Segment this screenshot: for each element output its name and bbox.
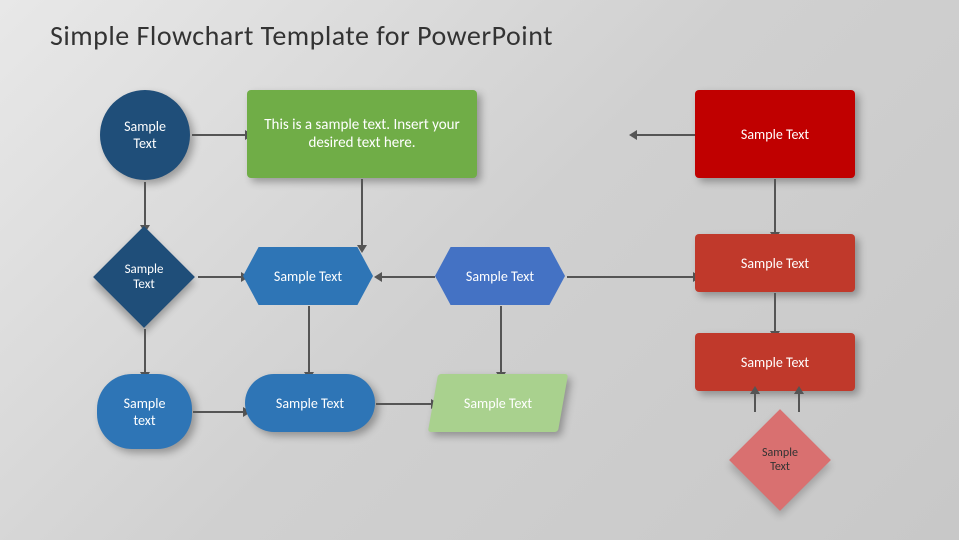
page-title: Simple Flowchart Template for PowerPoint — [50, 18, 553, 53]
arrow-hexleft-to-roundedrect — [308, 306, 310, 374]
arrow-roundedrect-to-para — [376, 403, 433, 405]
red-bottom-shape: Sample Text — [695, 333, 855, 391]
arrow-circle-to-diamond — [144, 182, 146, 227]
diamond1-wrap: Sample Text — [94, 227, 194, 327]
arrow-red-to-green — [635, 134, 695, 136]
arrow-diamond-to-oval — [144, 329, 146, 374]
arrow-diamond-to-hexleft — [198, 276, 243, 278]
hexagon-right-shape: Sample Text — [435, 247, 565, 305]
arrow-hexright-to-hexleft — [380, 276, 435, 278]
red-top-shape: Sample Text — [695, 90, 855, 178]
arrow-circle-to-green — [192, 134, 247, 136]
arrow-hexright-to-redmid — [567, 276, 695, 278]
green-rect-shape: This is a sample text. Insert your desir… — [247, 90, 477, 178]
pink-diamond-wrap: Sample Text — [730, 410, 830, 510]
circle-shape: Sample Text — [100, 90, 190, 180]
oval-shape: Sample text — [97, 374, 192, 449]
arrow-pink-to-redbottom-right — [798, 392, 800, 412]
rounded-rect-shape: Sample Text — [245, 374, 375, 432]
arrow-redmid-to-redbottom — [774, 293, 776, 333]
red-mid-shape: Sample Text — [695, 234, 855, 292]
arrow-pink-to-redbottom-left — [754, 392, 756, 412]
hexagon-left-shape: Sample Text — [243, 247, 373, 305]
arrow-green-to-hexright — [361, 179, 363, 247]
arrow-hexright-to-para — [500, 306, 502, 374]
parallelogram-shape: Sample Text — [428, 374, 568, 432]
arrow-oval-to-roundedrect — [193, 411, 245, 413]
arrow-redtop-to-redmid — [774, 179, 776, 234]
